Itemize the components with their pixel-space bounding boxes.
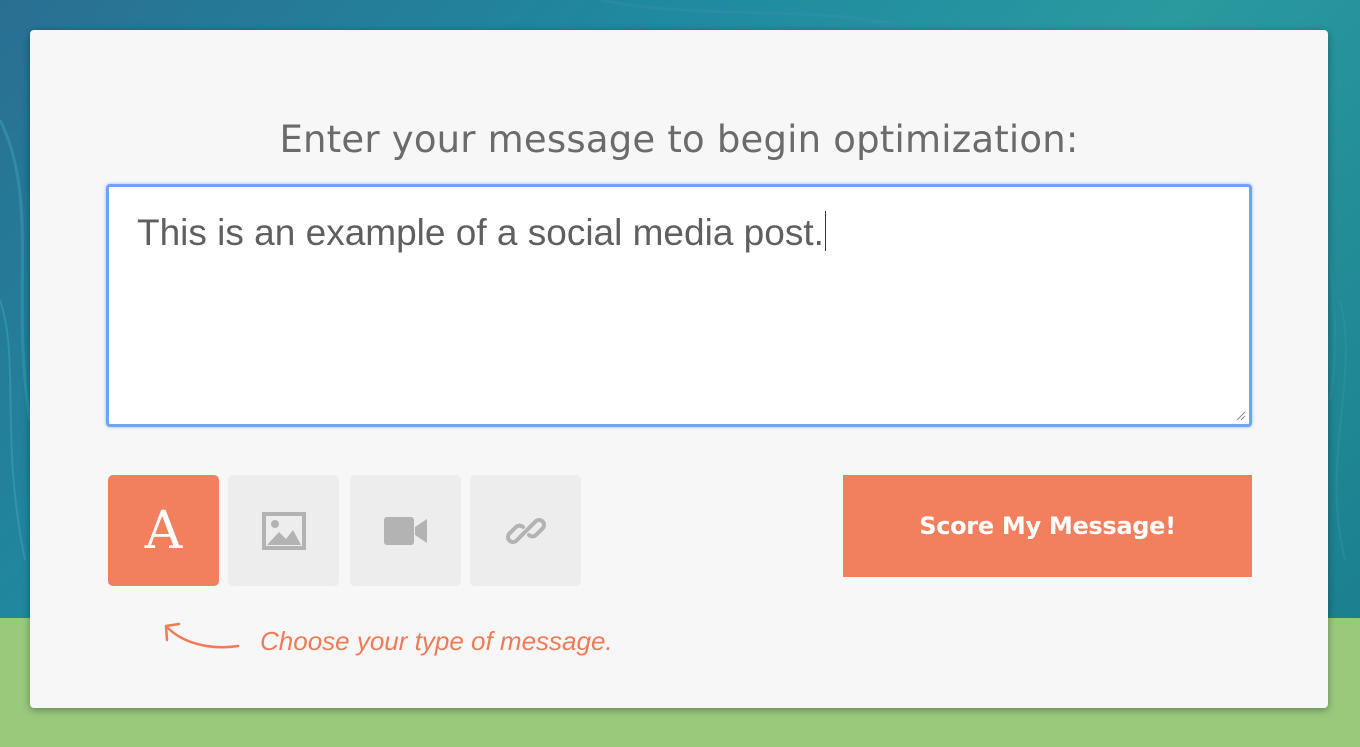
- text-caret: [824, 211, 826, 251]
- type-text-button[interactable]: A: [108, 475, 219, 586]
- page-title: Enter your message to begin optimization…: [279, 118, 1079, 161]
- message-card: Enter your message to begin optimization…: [30, 30, 1328, 708]
- hint-text: Choose your type of message.: [260, 626, 613, 656]
- link-icon: [505, 517, 546, 544]
- curved-arrow-icon: [164, 622, 240, 649]
- type-image-button[interactable]: [228, 475, 339, 586]
- text-icon: A: [144, 500, 183, 561]
- image-icon: [261, 511, 306, 550]
- type-video-button[interactable]: [350, 475, 461, 586]
- message-input[interactable]: This is an example of a social media pos…: [106, 184, 1252, 427]
- message-text: This is an example of a social media pos…: [137, 212, 824, 253]
- type-link-button[interactable]: [470, 475, 581, 586]
- resize-handle-icon[interactable]: [1234, 409, 1246, 421]
- score-message-button[interactable]: Score My Message!: [843, 475, 1252, 577]
- video-icon: [383, 516, 427, 545]
